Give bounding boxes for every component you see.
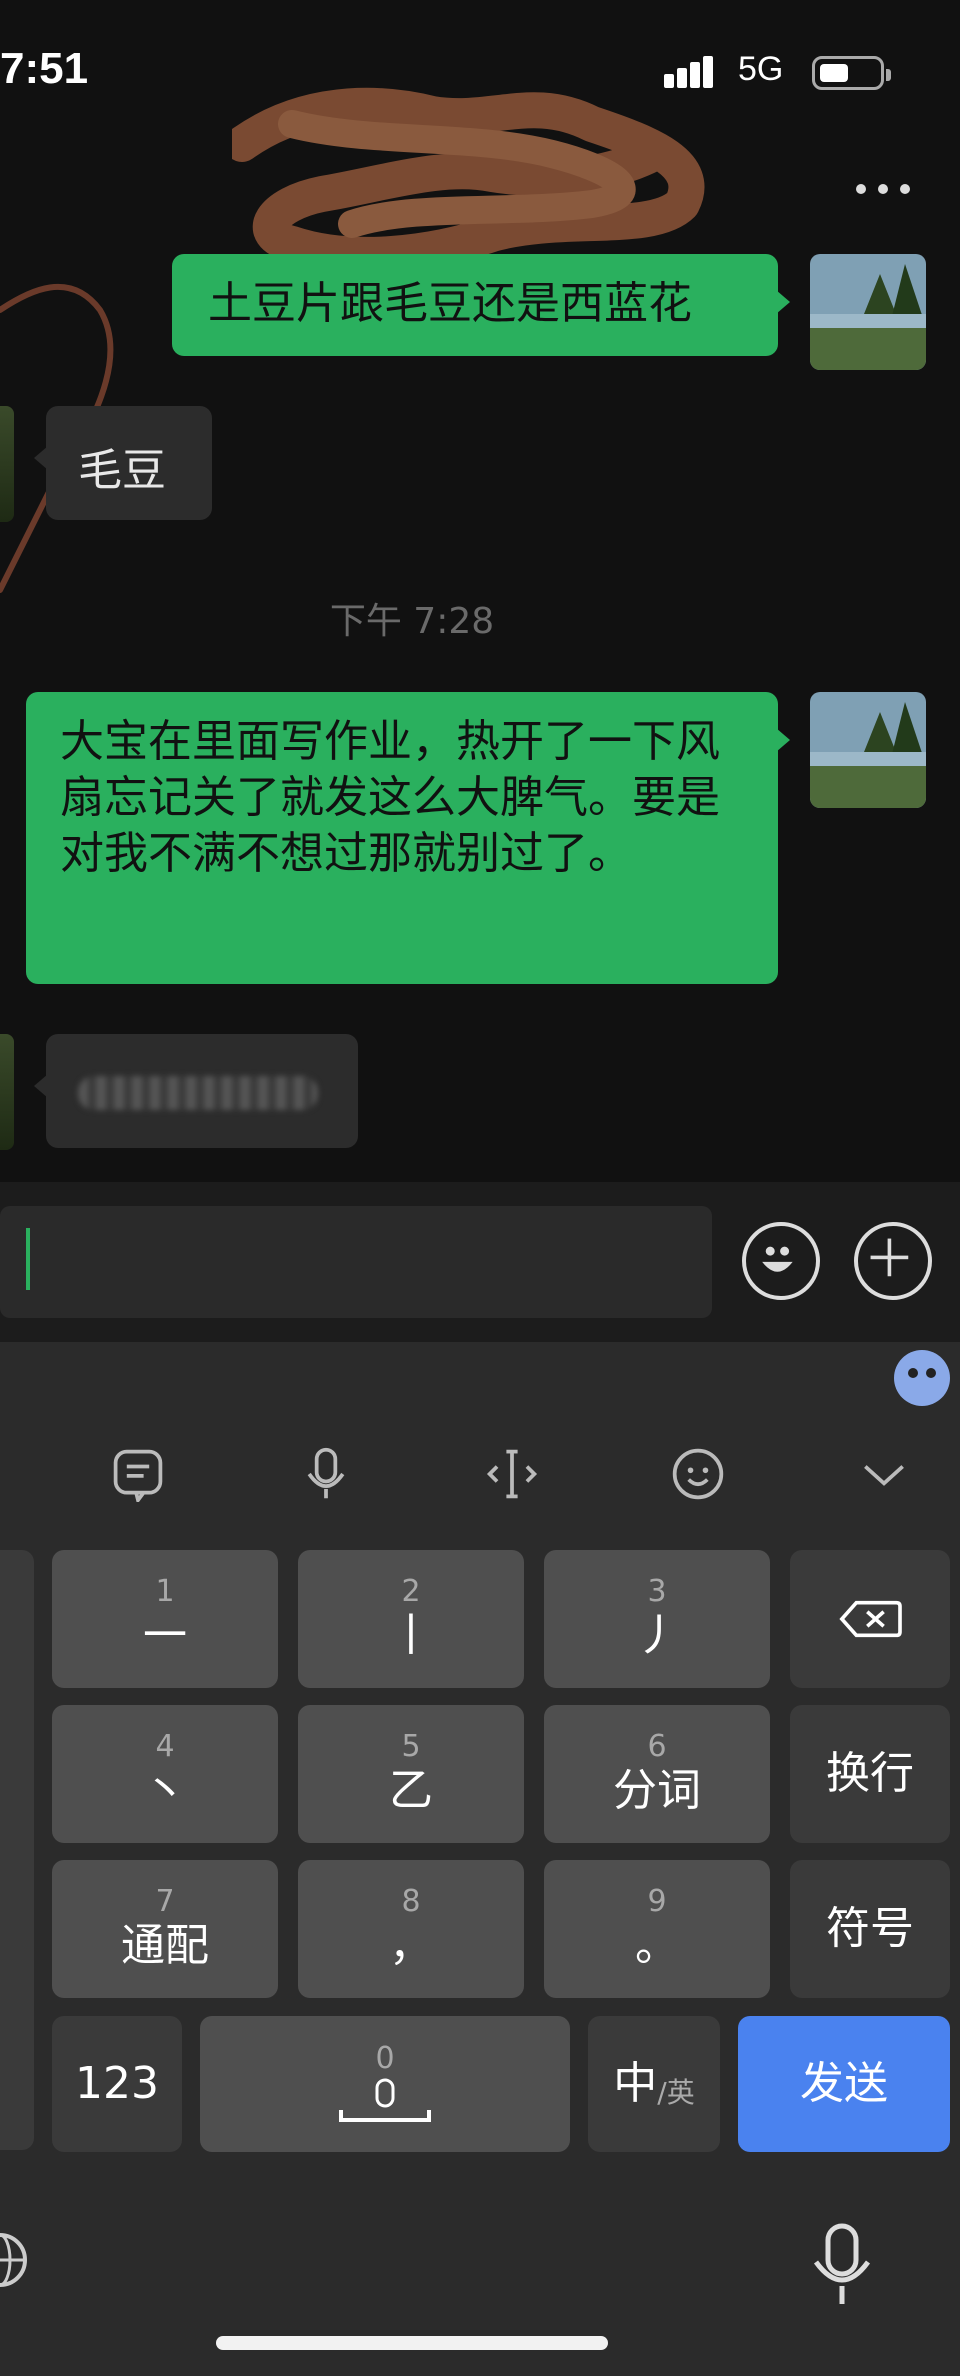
battery-icon xyxy=(812,56,891,90)
space-key[interactable]: 0 xyxy=(200,2016,570,2152)
numbers-key[interactable]: 123 xyxy=(52,2016,182,2152)
contact-avatar[interactable] xyxy=(0,406,14,522)
key-5[interactable]: 5乙 xyxy=(298,1705,524,1843)
status-time: 7:51 xyxy=(0,44,89,93)
network-type: 5G xyxy=(738,50,784,88)
my-avatar[interactable] xyxy=(810,254,926,370)
home-indicator[interactable] xyxy=(216,2336,608,2350)
message-bubble-incoming-redacted[interactable] xyxy=(34,1034,358,1148)
key-9[interactable]: 9。 xyxy=(544,1860,770,1998)
my-avatar[interactable] xyxy=(810,692,926,808)
cursor-move-icon[interactable] xyxy=(476,1438,548,1510)
key-8[interactable]: 8， xyxy=(298,1860,524,1998)
key-3[interactable]: 3丿 xyxy=(544,1550,770,1688)
message-input[interactable] xyxy=(0,1206,712,1318)
newline-key[interactable]: 换行 xyxy=(790,1705,950,1843)
key-4[interactable]: 4丶 xyxy=(52,1705,278,1843)
space-mic-icon xyxy=(339,2078,431,2122)
key-6[interactable]: 6 分词 xyxy=(544,1705,770,1843)
message-bubble-outgoing[interactable]: 大宝在里面写作业，热开了一下风扇忘记关了就发这么大脾气。要是对我不满不想过那就别… xyxy=(26,692,790,984)
send-key[interactable]: 发送 xyxy=(738,2016,950,2152)
more-options-button[interactable] xyxy=(856,184,910,196)
contact-avatar[interactable] xyxy=(0,1034,14,1150)
more-functions-button[interactable] xyxy=(854,1222,932,1300)
keyboard-side-panel[interactable] xyxy=(0,1550,34,2150)
backspace-key[interactable] xyxy=(790,1550,950,1688)
scribble-redaction xyxy=(232,87,705,273)
key-1[interactable]: 1一 xyxy=(52,1550,278,1688)
symbols-key[interactable]: 符号 xyxy=(790,1860,950,1998)
text-caret xyxy=(26,1228,30,1290)
backspace-icon xyxy=(839,1600,902,1638)
chevron-down-icon[interactable] xyxy=(848,1438,920,1510)
message-bubble-incoming[interactable]: 毛豆 xyxy=(34,406,212,520)
key-7[interactable]: 7 通配 xyxy=(52,1860,278,1998)
emoji-button[interactable] xyxy=(742,1222,820,1300)
key-2[interactable]: 2丨 xyxy=(298,1550,524,1688)
language-toggle-key[interactable]: 中/英 xyxy=(588,2016,720,2152)
dictation-mic-icon[interactable] xyxy=(806,2222,878,2310)
message-timestamp: 下午 7:28 xyxy=(329,601,495,642)
globe-icon[interactable] xyxy=(0,2230,27,2296)
voice-input-icon[interactable] xyxy=(290,1438,362,1510)
keyboard-mascot-icon[interactable] xyxy=(894,1350,950,1406)
message-bubble-outgoing[interactable]: 土豆片跟毛豆还是西蓝花 xyxy=(172,254,790,356)
emoji-keyboard-icon[interactable] xyxy=(662,1438,734,1510)
clipboard-icon[interactable] xyxy=(102,1438,174,1510)
